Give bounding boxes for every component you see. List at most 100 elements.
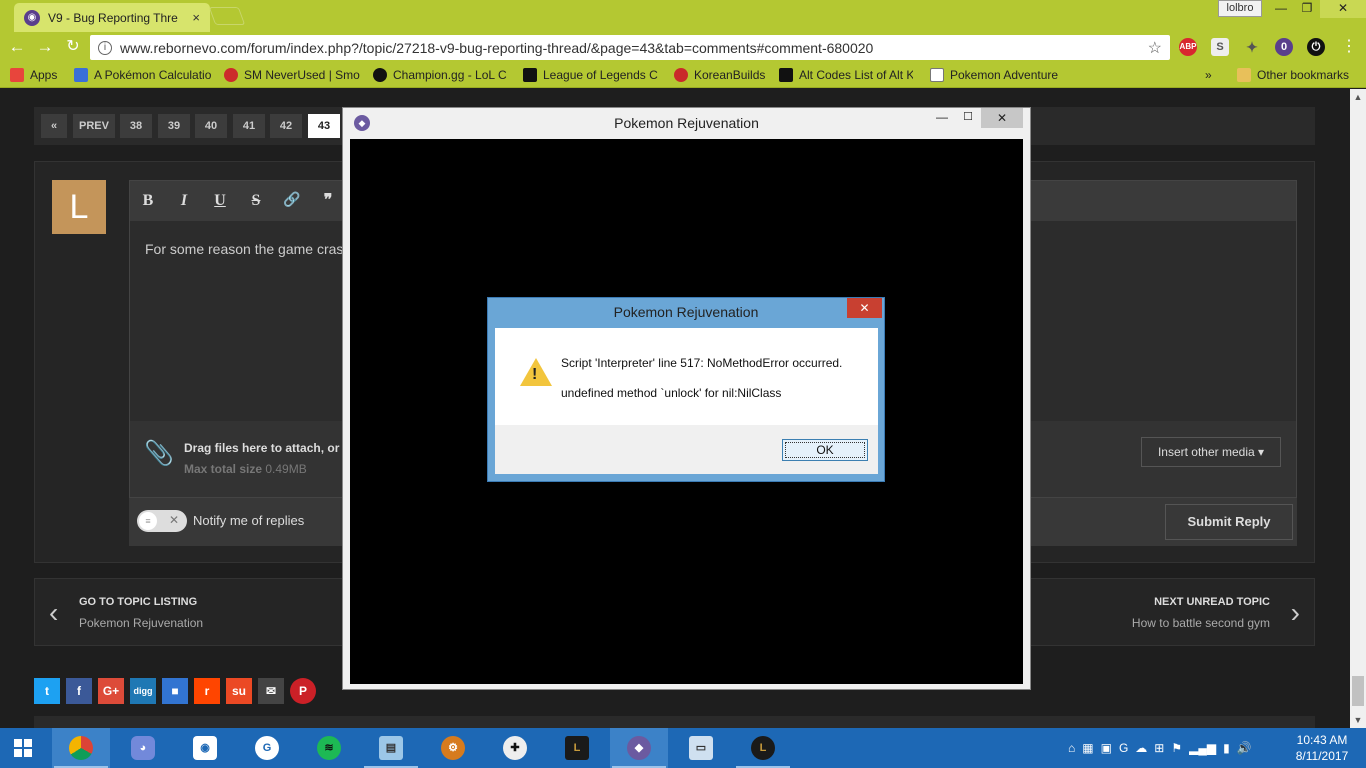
avatar[interactable]: L [52,180,106,234]
topic-listing-name[interactable]: Pokemon Rejuvenation [79,616,203,630]
window-minimize-button[interactable]: — [1268,0,1294,18]
taskbar-clock[interactable]: 10:43 AM 8/11/2017 [1288,732,1356,764]
prev-page-button[interactable]: PREV [73,114,115,138]
profile-button[interactable]: lolbro [1218,0,1262,17]
taskbar-app-blue[interactable]: ◉ [176,728,234,768]
scroll-down-arrow-icon[interactable]: ▼ [1350,712,1366,728]
page-button[interactable]: 41 [233,114,265,138]
pokeball-extension-icon[interactable]: ✦ [1243,38,1261,56]
bold-button[interactable]: B [138,191,158,211]
action-center-flag-icon[interactable]: ⚑ [1171,741,1182,755]
bookmark-other[interactable]: Other bookmarks [1237,67,1357,83]
address-bar[interactable]: i www.rebornevo.com/forum/index.php?/top… [90,35,1170,60]
taskbar-app-g[interactable]: G [238,728,296,768]
taskbar-app-controller[interactable]: ✚ [486,728,544,768]
browser-tab[interactable]: ◉ V9 - Bug Reporting Thre × [14,3,210,32]
bookmark-pokemon-adventure[interactable]: Pokemon Adventure [930,67,1064,83]
googleplus-share-icon[interactable]: G+ [98,678,124,704]
scroll-up-arrow-icon[interactable]: ▲ [1350,89,1366,105]
reddit-share-icon[interactable]: r [194,678,220,704]
next-topic-name[interactable]: How to battle second gym [1132,616,1270,630]
start-button[interactable] [0,728,48,768]
new-tab-button[interactable] [208,7,246,25]
go-to-topic-listing-link[interactable]: GO TO TOPIC LISTING [79,596,197,608]
strikethrough-button[interactable]: S [246,191,266,211]
game-window-titlebar[interactable]: ◆ Pokemon Rejuvenation — ☐ ✕ [343,108,1030,138]
twitch-extension-icon[interactable]: 0 [1275,38,1293,56]
chrome-menu-icon[interactable]: ⋮ [1340,38,1358,56]
notify-toggle[interactable]: ≡ ✕ [137,510,187,532]
chevron-right-icon[interactable]: › [1291,597,1300,629]
tray-calendar-icon[interactable]: ▦ [1082,741,1093,755]
taskbar-league-client[interactable]: L [548,728,606,768]
taskbar-spotify[interactable]: ≋ [300,728,358,768]
game-window-title: Pokemon Rejuvenation [614,115,759,131]
window-close-button[interactable]: ✕ [1320,0,1366,18]
twitter-share-icon[interactable]: t [34,678,60,704]
taskbar-league-game[interactable]: L [734,728,792,768]
taskbar-pokemon-rejuvenation[interactable]: ◆ [610,728,668,768]
reload-icon[interactable]: ↻ [62,36,84,58]
taskbar-app-gear[interactable]: ⚙ [424,728,482,768]
stumbleupon-share-icon[interactable]: su [226,678,252,704]
dialog-close-button[interactable]: ✕ [847,298,882,318]
back-arrow-icon[interactable]: ← [6,36,28,58]
url-text[interactable]: www.rebornevo.com/forum/index.php?/topic… [120,40,1148,56]
tray-g-icon[interactable]: G [1119,741,1128,755]
italic-button[interactable]: I [174,191,194,211]
volume-icon[interactable]: 🔊 [1237,741,1252,755]
bookmark-sm-neverused[interactable]: SM NeverUsed | Smo [224,67,362,83]
quote-icon[interactable]: ❞ [318,191,338,211]
taskbar-notepad[interactable]: ▤ [362,728,420,768]
next-unread-topic-link[interactable]: NEXT UNREAD TOPIC [1154,596,1270,608]
page-button[interactable]: 38 [120,114,152,138]
ok-button[interactable]: OK [782,439,868,461]
onedrive-icon[interactable]: ☁ [1135,741,1147,755]
current-page-button[interactable]: 43 [308,114,340,138]
bookmark-lol-builds[interactable]: League of Legends C [523,67,659,83]
page-button[interactable]: 42 [270,114,302,138]
tab-close-icon[interactable]: × [192,10,200,25]
email-share-icon[interactable]: ✉ [258,678,284,704]
bookmarks-overflow-button[interactable]: » [1205,67,1219,83]
game-close-button[interactable]: ✕ [981,108,1023,128]
bookmark-koreanbuilds[interactable]: KoreanBuilds [674,67,774,83]
bookmark-champion-gg[interactable]: Champion.gg - LoL C [373,67,515,83]
battery-icon[interactable]: ▮ [1223,741,1230,755]
bookmark-pokemon-calc[interactable]: A Pokémon Calculatio [74,67,214,83]
game-maximize-button[interactable]: ☐ [955,110,981,128]
forward-arrow-icon[interactable]: → [34,36,56,58]
bookmark-star-icon[interactable]: ☆ [1148,38,1162,58]
delicious-share-icon[interactable]: ■ [162,678,188,704]
bookmark-alt-codes[interactable]: Alt Codes List of Alt K [779,67,913,83]
power-extension-icon[interactable]: ⏻ [1307,38,1325,56]
page-scrollbar[interactable] [1350,89,1366,728]
chevron-left-icon[interactable]: ‹ [49,597,58,629]
first-page-button[interactable]: « [41,114,67,138]
window-maximize-button[interactable]: ❐ [1294,0,1320,18]
taskbar-app-monitor[interactable]: ▭ [672,728,730,768]
s-extension-icon[interactable]: S [1211,38,1229,56]
tray-app-icon[interactable]: ⌂ [1068,741,1075,755]
gear-icon: ⚙ [441,736,465,760]
link-icon[interactable]: 🔗 [282,191,302,211]
digg-share-icon[interactable]: digg [130,678,156,704]
game-minimize-button[interactable]: — [929,110,955,128]
page-button[interactable]: 39 [158,114,190,138]
bookmark-apps[interactable]: Apps [10,67,80,83]
submit-reply-button[interactable]: Submit Reply [1165,504,1293,540]
adblock-extension-icon[interactable]: ABP [1179,38,1197,56]
taskbar-discord[interactable]: ◕ [114,728,172,768]
taskbar-chrome[interactable] [52,728,110,768]
tray-app2-icon[interactable]: ▣ [1101,741,1112,755]
scrollbar-thumb[interactable] [1352,676,1364,706]
page-button[interactable]: 40 [195,114,227,138]
facebook-share-icon[interactable]: f [66,678,92,704]
underline-button[interactable]: U [210,191,230,211]
network-signal-icon[interactable]: ▂▄▆ [1189,741,1216,755]
pinterest-share-icon[interactable]: P [290,678,316,704]
tray-hub-icon[interactable]: ⊞ [1154,741,1164,755]
editor-text[interactable]: For some reason the game crash [145,241,351,257]
insert-other-media-button[interactable]: Insert other media ▾ [1141,437,1281,467]
info-icon[interactable]: i [98,40,112,55]
